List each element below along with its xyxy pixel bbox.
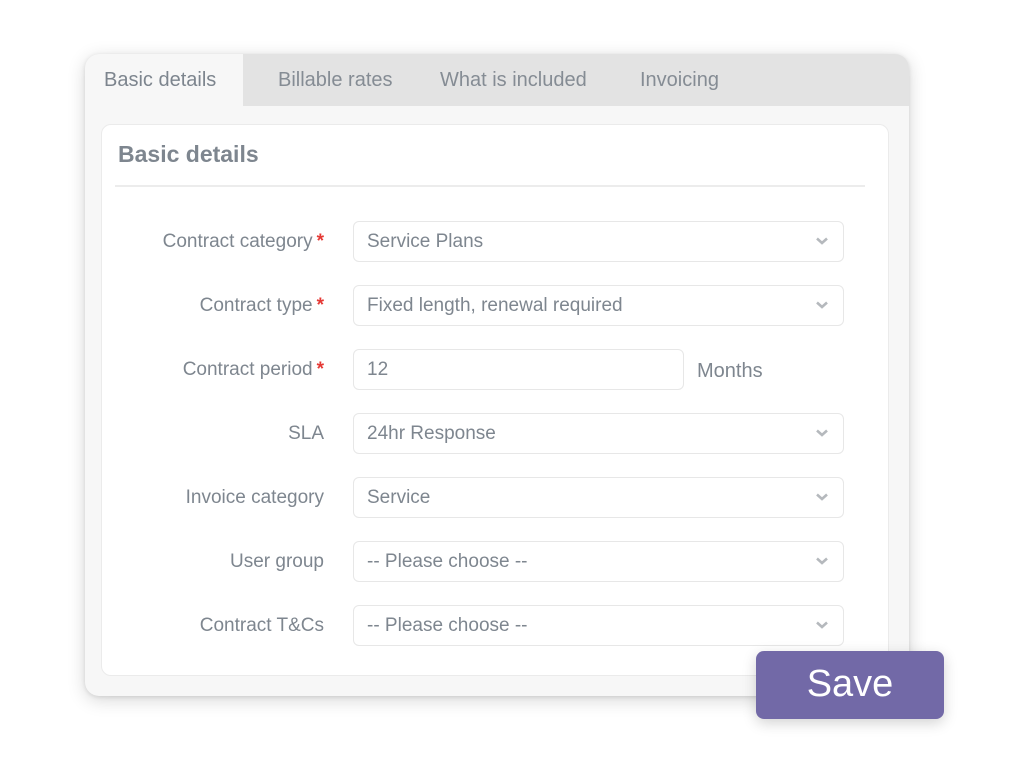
- contract-tcs-select[interactable]: -- Please choose --: [353, 605, 844, 646]
- basic-details-panel: Basic details Contract category * Service…: [101, 124, 889, 676]
- contract-tcs-label: Contract T&Cs: [199, 615, 324, 636]
- contract-period-unit: Months: [697, 360, 763, 382]
- tab-bar: Basic details Billable rates What is inc…: [85, 54, 909, 106]
- required-marker: *: [316, 359, 324, 380]
- contract-type-value: Fixed length, renewal required: [367, 295, 623, 316]
- form-row-contract-category: Contract category * Service Plans: [102, 221, 888, 263]
- chevron-down-icon: [816, 301, 828, 309]
- save-button[interactable]: Save: [756, 651, 944, 719]
- form-row-invoice-category: Invoice category Service: [102, 477, 888, 519]
- chevron-down-icon: [816, 621, 828, 629]
- contract-tcs-value: -- Please choose --: [367, 615, 528, 636]
- sla-select[interactable]: 24hr Response: [353, 413, 844, 454]
- contract-category-label: Contract category *: [162, 231, 324, 252]
- form-row-contract-period: Contract period * 12 Months: [102, 349, 888, 391]
- invoice-category-label: Invoice category: [185, 487, 324, 508]
- tab-what-is-included[interactable]: What is included: [440, 54, 587, 106]
- contract-period-value: 12: [367, 359, 389, 380]
- required-marker: *: [316, 295, 324, 316]
- required-marker: *: [316, 231, 324, 252]
- form-row-contract-type: Contract type * Fixed length, renewal req…: [102, 285, 888, 327]
- contract-category-value: Service Plans: [367, 231, 484, 252]
- form-row-contract-tcs: Contract T&Cs -- Please choose --: [102, 605, 888, 647]
- tab-invoicing[interactable]: Invoicing: [640, 54, 719, 106]
- contract-category-select[interactable]: Service Plans: [353, 221, 844, 262]
- user-group-select[interactable]: -- Please choose --: [353, 541, 844, 582]
- contract-type-select[interactable]: Fixed length, renewal required: [353, 285, 844, 326]
- chevron-down-icon: [816, 237, 828, 245]
- form-row-sla: SLA 24hr Response: [102, 413, 888, 455]
- contract-period-input[interactable]: 12: [353, 349, 684, 390]
- chevron-down-icon: [816, 429, 828, 437]
- tab-basic-details[interactable]: Basic details: [85, 54, 243, 106]
- user-group-label: User group: [230, 551, 324, 572]
- chevron-down-icon: [816, 557, 828, 565]
- invoice-category-value: Service: [367, 487, 431, 508]
- sla-label: SLA: [288, 423, 324, 444]
- invoice-category-select[interactable]: Service: [353, 477, 844, 518]
- contract-window: Basic details Billable rates What is inc…: [85, 54, 909, 696]
- contract-type-label: Contract type *: [199, 295, 324, 316]
- panel-title: Basic details: [118, 141, 259, 167]
- chevron-down-icon: [816, 493, 828, 501]
- form-row-user-group: User group -- Please choose --: [102, 541, 888, 583]
- divider: [115, 185, 865, 187]
- sla-value: 24hr Response: [367, 423, 496, 444]
- user-group-value: -- Please choose --: [367, 551, 528, 572]
- contract-period-label: Contract period *: [182, 359, 324, 380]
- tab-billable-rates[interactable]: Billable rates: [278, 54, 393, 106]
